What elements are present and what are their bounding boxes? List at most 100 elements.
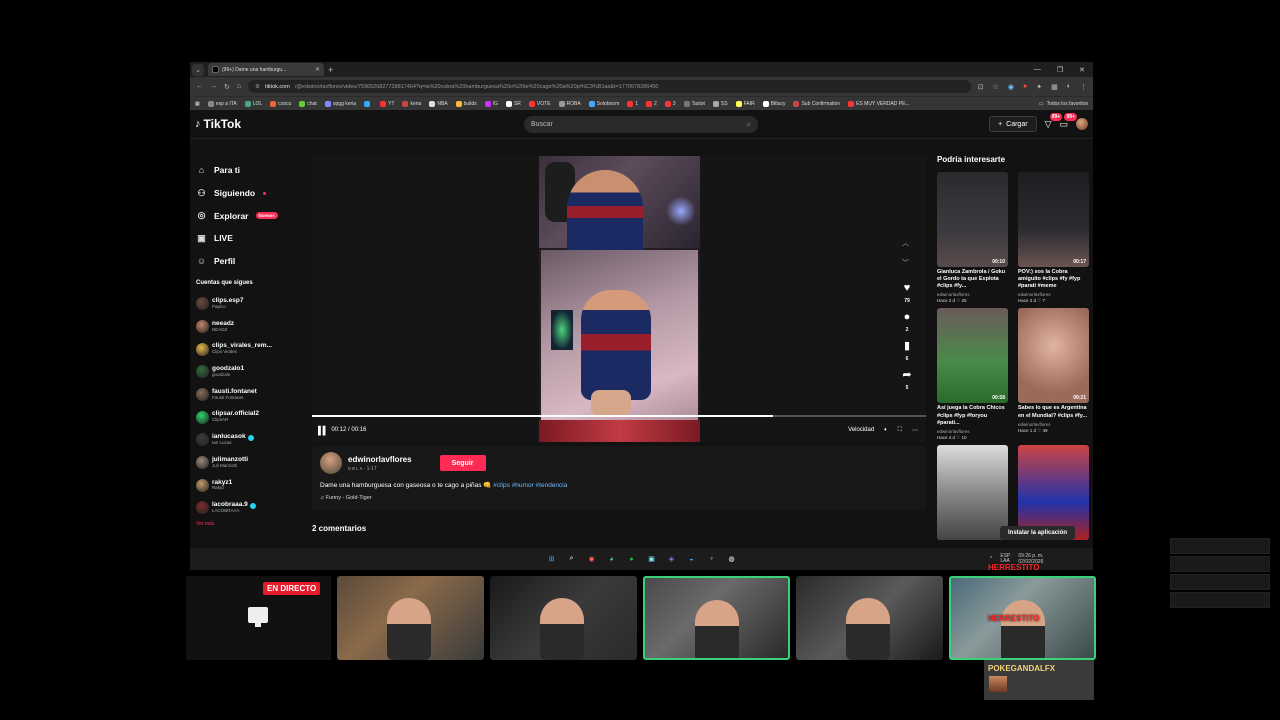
- profile-icon[interactable]: ◐: [1067, 83, 1071, 91]
- next-video-icon[interactable]: ﹀: [902, 258, 909, 268]
- previous-video-icon[interactable]: ︿: [902, 238, 909, 248]
- bookmark-item[interactable]: IG: [484, 100, 498, 107]
- downloads-icon[interactable]: ▦: [1051, 83, 1058, 91]
- comment-icon[interactable]: ●: [904, 312, 911, 323]
- tray-chevron-icon[interactable]: ^: [990, 556, 992, 562]
- inbox-icon[interactable]: ▭ 99+: [1059, 112, 1077, 130]
- hashtag-link[interactable]: #clips: [493, 482, 510, 489]
- taskbar-search-icon[interactable]: ⌕: [566, 553, 578, 565]
- following-account[interactable]: julimanzotti Juli Manzotti: [196, 451, 302, 474]
- pause-icon[interactable]: ▌▌: [318, 426, 328, 435]
- bookmark-item[interactable]: 3: [664, 100, 676, 107]
- bookmark-item[interactable]: LOL: [244, 100, 262, 107]
- fullscreen-icon[interactable]: ⛶: [898, 427, 902, 434]
- bookmark-item[interactable]: 2: [646, 100, 657, 107]
- recommended-video[interactable]: [937, 444, 1008, 540]
- recommended-video[interactable]: 00:58 Así juega la Cobra Chicos #clips #f…: [937, 308, 1008, 440]
- sidebar-item-live[interactable]: ▣ LIVE: [196, 227, 302, 250]
- home-browser-icon[interactable]: ⌂: [237, 83, 241, 90]
- bookmark-item[interactable]: ES MUY VERDAD PE...: [848, 100, 910, 107]
- sidebar-item-perfil[interactable]: ☺ Perfil: [196, 250, 302, 273]
- bookmark-item[interactable]: Bitlucy: [762, 100, 785, 107]
- hashtag-link[interactable]: #humor: [512, 482, 534, 489]
- bookmark-item[interactable]: VOTE: [528, 100, 551, 107]
- sidebar-item-para-ti[interactable]: ⌂ Para ti: [196, 159, 302, 182]
- bookmark-item[interactable]: NBA: [429, 100, 448, 107]
- follow-button[interactable]: Seguir: [439, 455, 486, 471]
- volume-icon[interactable]: 🔈︎: [884, 427, 888, 434]
- tab-close-icon[interactable]: ✕: [315, 66, 320, 73]
- following-account[interactable]: clips.esp7 Papico: [196, 292, 302, 315]
- hashtag-link[interactable]: #tendencia: [536, 482, 568, 489]
- following-account[interactable]: clips_virales_rem... Clips Virales: [196, 338, 302, 361]
- video-player[interactable]: [312, 156, 926, 442]
- following-account[interactable]: fausti.fontanet Fausti Fontanet: [196, 383, 302, 406]
- forward-icon[interactable]: →: [210, 83, 217, 90]
- bookmarks-apps-icon[interactable]: ▦: [195, 101, 200, 107]
- video-thumbnail[interactable]: 00:58: [937, 308, 1008, 404]
- bookmark-item[interactable]: Tastot: [683, 100, 705, 107]
- following-account[interactable]: lacobraaa.9 LACOBRAAA: [196, 497, 302, 520]
- speed-button[interactable]: Velocidad: [848, 427, 874, 433]
- author-username[interactable]: edwinorlavflores: [348, 455, 412, 464]
- bookmark-item[interactable]: ROBA: [558, 100, 581, 107]
- see-more-link[interactable]: Ver más: [196, 521, 302, 527]
- bookmark-item[interactable]: 1: [627, 100, 638, 107]
- sidebar-item-explorar[interactable]: ◎ Explorar Nuevos: [196, 204, 302, 227]
- extensions-puzzle-icon[interactable]: ✦: [1036, 83, 1042, 91]
- messages-icon[interactable]: ▽ 99+: [1045, 112, 1063, 130]
- extension-red-icon[interactable]: ●: [1023, 83, 1027, 91]
- app-green-icon[interactable]: ♆: [706, 553, 718, 565]
- user-avatar[interactable]: [1076, 118, 1088, 130]
- sound-link[interactable]: ♫ Funny - Gold-Tiger: [320, 495, 918, 501]
- search-icon[interactable]: ⌕: [747, 120, 751, 130]
- bookmark-item[interactable]: keria: [402, 100, 421, 107]
- app-blue-icon[interactable]: ▣: [646, 553, 658, 565]
- bookmark-item[interactable]: YT: [380, 100, 394, 107]
- all-favorites[interactable]: ▭ Todos los favoritos: [1039, 101, 1088, 107]
- upload-button[interactable]: + Cargar: [989, 116, 1037, 132]
- reload-icon[interactable]: ↻: [224, 83, 230, 91]
- new-tab-icon[interactable]: +: [328, 65, 333, 75]
- browser-menu-icon[interactable]: ⋮: [1080, 83, 1087, 91]
- tiktok-logo[interactable]: ♪ TikTok: [195, 117, 241, 131]
- like-icon[interactable]: ♥: [904, 283, 911, 294]
- following-account[interactable]: clipsar.official2 ClipsAR: [196, 406, 302, 429]
- obs-icon[interactable]: ◍: [726, 553, 738, 565]
- recommended-video[interactable]: 00:21 Sabes lo que es Argentina en el Mun…: [1018, 308, 1089, 440]
- author-avatar[interactable]: [320, 452, 342, 474]
- video-thumbnail[interactable]: [937, 444, 1008, 540]
- progress-bar[interactable]: [312, 415, 926, 417]
- browser-tab[interactable]: (99+) Dame una hamburgu... ✕: [208, 63, 324, 76]
- bookmark-item[interactable]: esp a ITA: [207, 100, 237, 107]
- discord-icon[interactable]: ◈: [666, 553, 678, 565]
- share-icon[interactable]: ➦: [902, 370, 911, 381]
- bookmark-item[interactable]: SR: [505, 100, 521, 107]
- bookmark-item[interactable]: Sub Confirmation: [793, 100, 840, 107]
- back-icon[interactable]: ←: [196, 83, 203, 90]
- bookmark-item[interactable]: chat: [299, 100, 317, 107]
- spotify-icon[interactable]: ●: [626, 553, 638, 565]
- bookmark-item[interactable]: coscu: [270, 100, 291, 107]
- bookmark-item[interactable]: opgg keria: [324, 100, 356, 107]
- install-app-tooltip[interactable]: Instalar la aplicación: [1000, 526, 1076, 540]
- sidebar-item-siguiendo[interactable]: ⚇ Siguiendo: [196, 182, 302, 205]
- video-thumbnail[interactable]: 00:17: [1018, 172, 1089, 267]
- start-icon[interactable]: ⊞: [546, 553, 558, 565]
- bookmark-item[interactable]: builds: [455, 100, 477, 107]
- minimize-icon[interactable]: —: [1034, 66, 1041, 74]
- bookmark-star-icon[interactable]: ☆: [993, 83, 999, 91]
- url-field[interactable]: ⚙ tiktok.com /@edwinorlavflores/video/759…: [248, 80, 971, 93]
- maximize-icon[interactable]: ❐: [1057, 66, 1063, 74]
- bookmark-item[interactable]: FAIR: [735, 100, 755, 107]
- bookmark-item[interactable]: SS: [712, 100, 728, 107]
- window-close-icon[interactable]: ✕: [1079, 66, 1085, 74]
- recommended-video[interactable]: 00:17 POV:) sos la Cobra amiguito #clips …: [1018, 172, 1089, 304]
- bookmark-item[interactable]: Soloboom: [588, 100, 619, 107]
- following-account[interactable]: goodzalo1 goodzalo: [196, 361, 302, 384]
- following-account[interactable]: rakyz1 Rakyz: [196, 474, 302, 497]
- recommended-video[interactable]: 00:10 Gianluca Zambrola / Goku el Gordo t…: [937, 172, 1008, 304]
- install-icon[interactable]: ⊡: [978, 83, 984, 91]
- bookmark-item[interactable]: [364, 100, 372, 107]
- extension-icon[interactable]: ◉: [1008, 83, 1014, 91]
